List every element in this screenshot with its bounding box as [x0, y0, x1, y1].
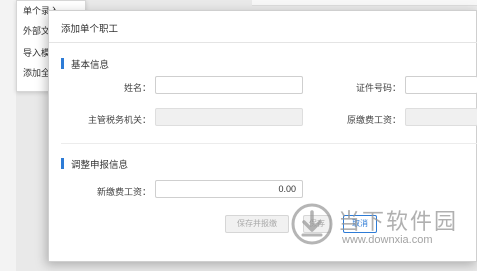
- background-panel: [0, 0, 16, 271]
- cancel-button[interactable]: 取消: [343, 215, 377, 233]
- section-marker: [61, 158, 64, 169]
- id-number-label: 证件号码：: [355, 83, 401, 93]
- new-wage-label: 新缴费工资：: [96, 187, 151, 197]
- section-adjust-title: 调整申报信息: [71, 160, 129, 171]
- add-employee-dialog: 添加单个职工 基本信息 姓名： 证件号码： 主管税务机关： 原缴费工资： 调整申…: [48, 10, 477, 262]
- save-and-submit-button[interactable]: 保存并报缴: [225, 215, 289, 233]
- background-toolbar: [252, 0, 477, 6]
- dialog-title-bar: 添加单个职工: [49, 11, 477, 43]
- name-label: 姓名：: [123, 83, 151, 93]
- name-input[interactable]: [155, 76, 303, 94]
- dialog-title: 添加单个职工: [61, 24, 119, 35]
- new-wage-input[interactable]: 0.00: [155, 180, 303, 198]
- tax-office-label: 主管税务机关：: [87, 115, 151, 125]
- original-wage-input: [405, 108, 477, 126]
- tax-office-input: [155, 108, 303, 126]
- save-button[interactable]: 保存: [303, 215, 331, 233]
- section-marker: [61, 58, 64, 69]
- section-basic-title: 基本信息: [71, 60, 110, 71]
- id-number-input[interactable]: [405, 76, 477, 94]
- section-divider: [61, 143, 477, 144]
- original-wage-label: 原缴费工资：: [346, 115, 401, 125]
